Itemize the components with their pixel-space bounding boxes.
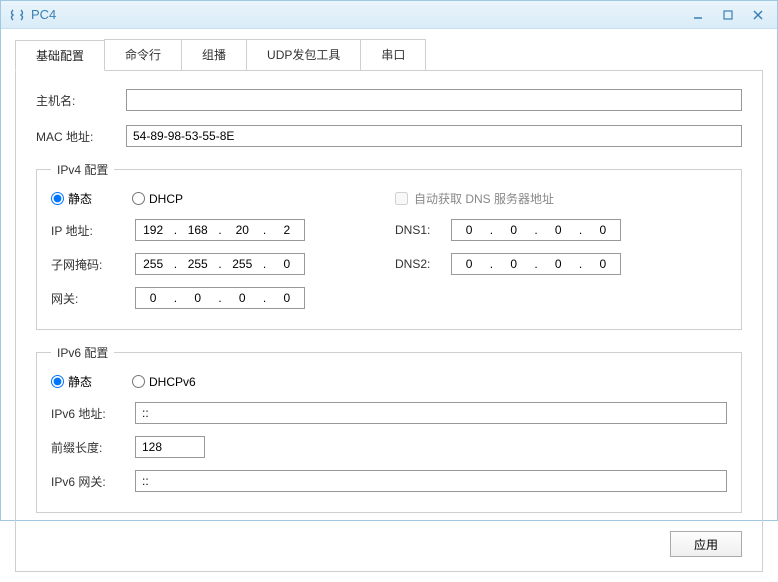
dns1-label: DNS1: xyxy=(395,223,451,237)
auto-dns-checkbox[interactable]: 自动获取 DNS 服务器地址 xyxy=(395,190,554,207)
maximize-button[interactable] xyxy=(713,5,743,25)
ipv6-dhcpv6-label: DHCPv6 xyxy=(149,375,196,389)
ip-label: IP 地址: xyxy=(51,222,135,239)
ipv6-static-label: 静态 xyxy=(68,373,92,390)
ipv6-gw-input[interactable] xyxy=(135,470,727,492)
hostname-label: 主机名: xyxy=(36,92,126,109)
mask-input[interactable]: 255. 255. 255. 0 xyxy=(135,253,305,275)
ipv6-dhcpv6-radio-input[interactable] xyxy=(132,375,145,388)
apply-button[interactable]: 应用 xyxy=(670,531,742,557)
hostname-input[interactable] xyxy=(126,89,742,111)
ipv6-prefix-input[interactable] xyxy=(135,436,205,458)
ipv4-dhcp-label: DHCP xyxy=(149,192,183,206)
ipv4-static-radio[interactable]: 静态 xyxy=(51,190,92,207)
app-icon xyxy=(9,7,25,23)
window-title: PC4 xyxy=(31,7,56,22)
mac-label: MAC 地址: xyxy=(36,128,126,145)
tab-serial[interactable]: 串口 xyxy=(360,39,426,70)
ipv6-gw-label: IPv6 网关: xyxy=(51,473,135,490)
ipv6-static-radio[interactable]: 静态 xyxy=(51,373,92,390)
mask-label: 子网掩码: xyxy=(51,256,135,273)
tab-multicast[interactable]: 组播 xyxy=(181,39,247,70)
ipv6-addr-label: IPv6 地址: xyxy=(51,405,135,422)
ipv6-dhcpv6-radio[interactable]: DHCPv6 xyxy=(132,375,196,389)
tab-bar: 基础配置 命令行 组播 UDP发包工具 串口 xyxy=(15,39,763,71)
gateway-input[interactable]: 0. 0. 0. 0 xyxy=(135,287,305,309)
dns1-input[interactable]: 0. 0. 0. 0 xyxy=(451,219,621,241)
tab-basic[interactable]: 基础配置 xyxy=(15,40,105,71)
dns2-input[interactable]: 0. 0. 0. 0 xyxy=(451,253,621,275)
ipv6-legend: IPv6 配置 xyxy=(51,344,114,361)
tab-udp[interactable]: UDP发包工具 xyxy=(246,39,361,70)
ipv6-fieldset: IPv6 配置 静态 DHCPv6 IPv6 地址: xyxy=(36,344,742,513)
ipv4-static-label: 静态 xyxy=(68,190,92,207)
auto-dns-label: 自动获取 DNS 服务器地址 xyxy=(414,190,554,207)
close-button[interactable] xyxy=(743,5,773,25)
gateway-label: 网关: xyxy=(51,290,135,307)
ipv4-legend: IPv4 配置 xyxy=(51,161,114,178)
basic-panel: 主机名: MAC 地址: IPv4 配置 静态 DHCP xyxy=(15,71,763,572)
ipv6-static-radio-input[interactable] xyxy=(51,375,64,388)
auto-dns-checkbox-input[interactable] xyxy=(395,192,408,205)
ipv6-prefix-label: 前缀长度: xyxy=(51,439,135,456)
ipv4-static-radio-input[interactable] xyxy=(51,192,64,205)
ipv6-addr-input[interactable] xyxy=(135,402,727,424)
ip-input[interactable]: 192. 168. 20. 2 xyxy=(135,219,305,241)
ipv4-dhcp-radio-input[interactable] xyxy=(132,192,145,205)
mac-input[interactable] xyxy=(126,125,742,147)
minimize-button[interactable] xyxy=(683,5,713,25)
ipv4-dhcp-radio[interactable]: DHCP xyxy=(132,192,183,206)
ipv4-fieldset: IPv4 配置 静态 DHCP 自动获取 DNS 服务器地址 xyxy=(36,161,742,330)
tab-cmd[interactable]: 命令行 xyxy=(104,39,182,70)
dns2-label: DNS2: xyxy=(395,257,451,271)
title-bar: PC4 xyxy=(1,1,777,29)
